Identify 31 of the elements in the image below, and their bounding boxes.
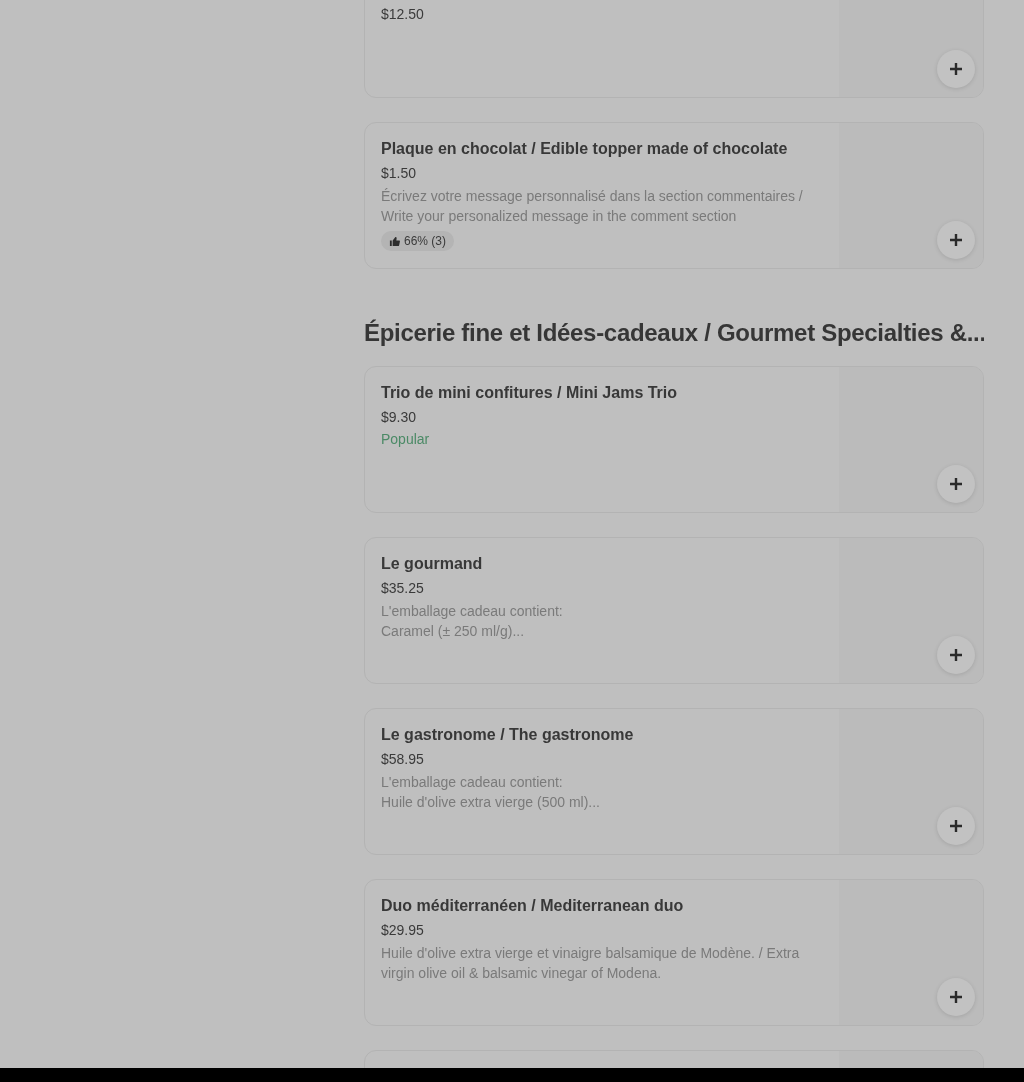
item-description: Écrivez votre message personnalisé dans la section commentaires / Write your personalized message in the comment section [381, 187, 804, 226]
item-title: Trio de mini confitures / Mini Jams Trio [381, 383, 679, 403]
item-description: L'emballage cadeau contient: Caramel (± 250 ml/g)... [381, 602, 564, 641]
item-title: Plaque en chocolat / Edible topper made of chocolate [381, 139, 789, 159]
plus-icon [949, 477, 963, 491]
thumbs-up-icon [389, 235, 400, 247]
popular-label: Popular [381, 430, 431, 449]
plus-icon [949, 648, 963, 662]
item-title: Duo méditerranéen / Mediterranean duo [381, 896, 685, 916]
item-price: $12.50 [381, 5, 425, 24]
item-title: Le gastronome / The gastronome [381, 725, 635, 745]
item-description: L'emballage cadeau contient: Huile d'olive extra vierge (500 ml)... [381, 773, 601, 812]
item-price: $29.95 [381, 921, 425, 940]
item-title: Le gourmand [381, 554, 484, 574]
menu-item-card[interactable]: Le gourmand $35.25 L'emballage cadeau contient: Caramel (± 250 ml/g)... [364, 537, 984, 684]
menu-item-card[interactable]: Trio de mini confitures / Mini Jams Trio $9.30 Popular [364, 366, 984, 513]
rating-badge: 66% (3) [381, 231, 455, 251]
plus-icon [949, 233, 963, 247]
plus-icon [949, 62, 963, 76]
menu-item-card[interactable]: $12.50 [364, 0, 984, 98]
plus-icon [949, 819, 963, 833]
menu-item-card[interactable]: Plaque en chocolat / Edible topper made of chocolate $1.50 Écrivez votre message personnalisé dans la section commentaires / Write your personalized message in the comment section 66% (3) [364, 122, 984, 269]
menu-item-card[interactable]: Duo méditerranéen / Mediterranean duo $29.95 Huile d'olive extra vierge et vinaigre balsamique de Modène. / Extra virgin olive oil & balsamic vinegar of Modena. [364, 879, 984, 1026]
item-price: $9.30 [381, 408, 418, 427]
item-description: Huile d'olive extra vierge et vinaigre balsamique de Modène. / Extra virgin olive oil & balsamic vinegar of Modena. [381, 944, 801, 983]
plus-icon [949, 990, 963, 1004]
item-price: $58.95 [381, 750, 425, 769]
section-heading: Épicerie fine et Idées-cadeaux / Gourmet Specialties &... [364, 319, 984, 347]
item-price: $35.25 [381, 579, 425, 598]
item-price: $1.50 [381, 164, 418, 183]
menu-item-card[interactable]: Le gastronome / The gastronome $58.95 L'emballage cadeau contient: Huile d'olive extra vierge (500 ml)... [364, 708, 984, 855]
